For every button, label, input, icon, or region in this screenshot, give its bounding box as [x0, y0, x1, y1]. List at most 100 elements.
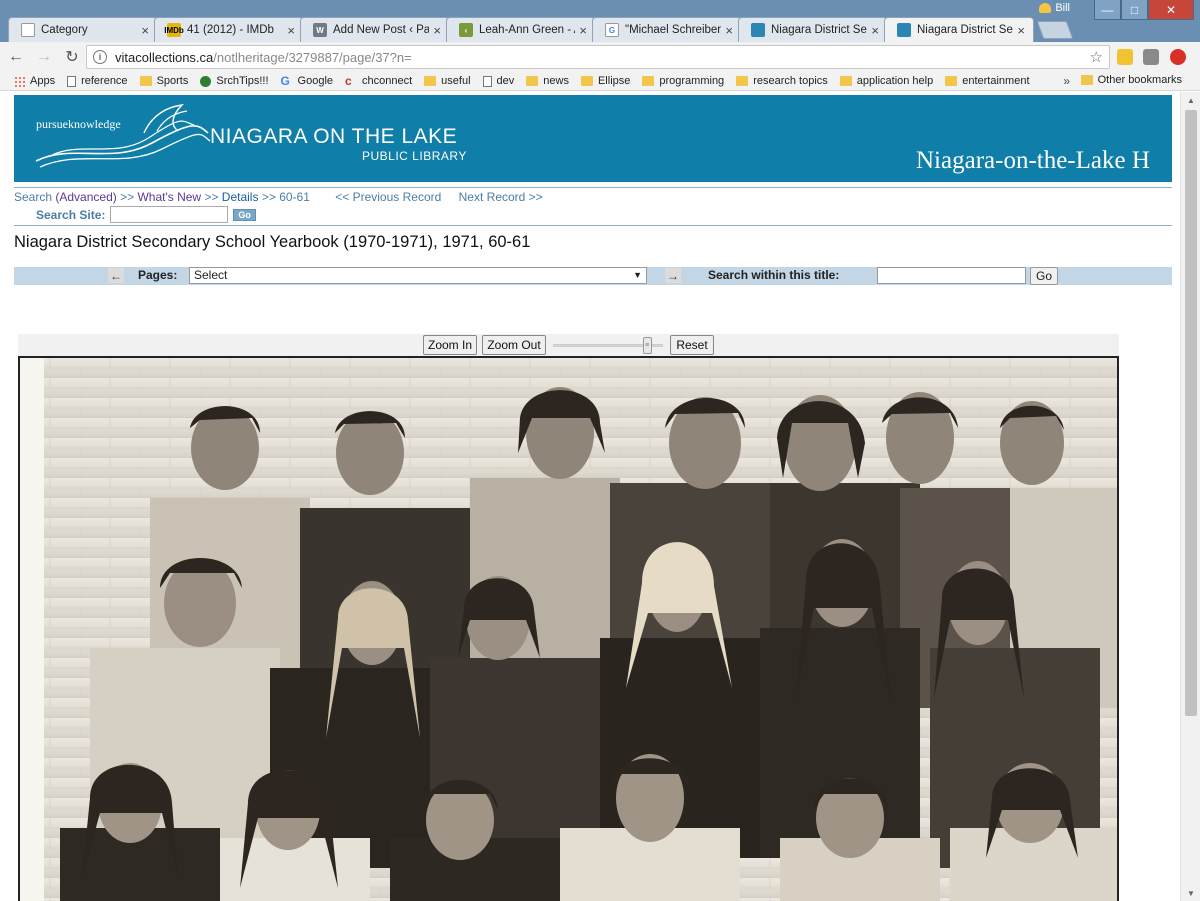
tab-strip: Category × IMDb 41 (2012) - IMDb × W Add New P… [8, 17, 1074, 42]
breadcrumb-current-pages: 60-61 [279, 190, 310, 204]
bookmark-item[interactable]: Ellipse [580, 75, 630, 87]
zoom-slider-handle[interactable]: ≡ [642, 337, 652, 354]
bookmark-label: news [543, 75, 569, 87]
close-tab-icon[interactable]: × [433, 23, 441, 38]
extension-icon-1[interactable] [1117, 49, 1133, 65]
zoom-in-button[interactable]: Zoom In [423, 335, 477, 355]
tab-title: Category [41, 24, 88, 36]
other-bookmarks-folder[interactable]: Other bookmarks [1080, 74, 1182, 86]
scroll-down-icon[interactable]: ▼ [1181, 885, 1200, 901]
new-tab-button[interactable] [1036, 21, 1074, 39]
divider [14, 187, 1172, 188]
whats-new-link[interactable]: What's New [137, 190, 201, 204]
back-button[interactable]: ← [4, 45, 28, 69]
site-banner[interactable]: pursueknowledge NIAGARA ON THE LAKE PUBL… [14, 95, 1172, 182]
search-site-input[interactable] [110, 206, 229, 223]
browser-tab[interactable]: Niagara District Seco × [884, 17, 1034, 42]
bookmark-item[interactable]: reference [67, 75, 128, 87]
scroll-up-icon[interactable]: ▲ [1181, 92, 1200, 108]
zoom-toolbar: Zoom In Zoom Out ≡ Reset [18, 334, 1119, 356]
search-site-label: Search Site: [36, 207, 106, 222]
search-site-go-button[interactable]: Go [233, 208, 256, 221]
bookmark-item[interactable]: G Google [281, 75, 333, 87]
bookmark-label: chconnect [362, 75, 413, 87]
yearbook-group-photo [20, 358, 1117, 901]
bookmark-item[interactable]: research topics [736, 75, 828, 87]
bookmark-star-icon[interactable]: ☆ [1090, 48, 1103, 66]
breadcrumb-separator: >> [204, 190, 219, 204]
image-viewer: Zoom In Zoom Out ≡ Reset [18, 334, 1119, 901]
minimize-button[interactable]: — [1094, 0, 1121, 20]
maximize-button[interactable]: □ [1121, 0, 1148, 20]
search-within-label: Search within this title: [708, 268, 840, 282]
previous-record-link[interactable]: << Previous Record [335, 190, 441, 204]
search-link[interactable]: Search [14, 190, 52, 204]
zoom-out-button[interactable]: Zoom Out [482, 335, 546, 355]
tab-title: 41 (2012) - IMDb [187, 24, 274, 36]
chconnect-icon: c [345, 74, 352, 88]
page-scrollbar[interactable]: ▲ ▼ [1180, 92, 1200, 901]
info-icon[interactable]: i [93, 50, 107, 64]
bookmark-item[interactable]: news [526, 75, 569, 87]
reset-zoom-button[interactable]: Reset [670, 335, 714, 355]
scrollbar-thumb[interactable] [1185, 110, 1197, 716]
tab-title: Niagara District Seco [771, 24, 867, 36]
browser-tab[interactable]: ‹ Leah-Ann Green - An × [446, 17, 596, 42]
profile-button[interactable]: Bill [1039, 2, 1070, 14]
bookmark-item[interactable]: SrchTips!!! [200, 75, 269, 87]
browser-tab[interactable]: Niagara District Seco × [738, 17, 888, 42]
bookmark-item[interactable]: useful [424, 75, 471, 87]
forward-button[interactable]: → [32, 45, 56, 69]
bookmark-item[interactable]: dev [482, 75, 514, 87]
browser-tab[interactable]: IMDb 41 (2012) - IMDb × [154, 17, 304, 42]
breadcrumb-separator: >> [120, 190, 135, 204]
bookmark-item[interactable]: entertainment [945, 75, 1030, 87]
bookmark-item[interactable]: application help [839, 75, 933, 87]
extension-icon-2[interactable] [1143, 49, 1159, 65]
bookmark-item[interactable]: c chconnect [345, 75, 412, 87]
reload-button[interactable]: ↻ [60, 45, 84, 69]
browser-tab[interactable]: G "Michael Schreiber" l × [592, 17, 742, 42]
bookmark-item[interactable]: Sports [139, 75, 189, 87]
close-tab-icon[interactable]: × [871, 23, 879, 38]
folder-icon [580, 76, 593, 86]
document-icon [21, 23, 35, 37]
close-window-button[interactable]: ✕ [1148, 0, 1194, 20]
bookmark-label: Google [297, 75, 334, 87]
other-bookmarks-label: Other bookmarks [1097, 74, 1182, 86]
bookmark-item[interactable]: programming [642, 75, 724, 87]
details-link[interactable]: Details [222, 190, 259, 204]
folder-icon [945, 76, 958, 86]
next-record-link[interactable]: Next Record >> [459, 190, 543, 204]
search-within-input[interactable] [877, 267, 1026, 284]
tab-title: Add New Post ‹ Palim [333, 24, 430, 36]
next-page-button[interactable]: → [665, 268, 681, 283]
extension-icon-3[interactable] [1170, 49, 1186, 65]
tab-title: "Michael Schreiber" l [625, 24, 722, 36]
bookmarks-overflow-button[interactable]: » [1063, 74, 1070, 88]
close-tab-icon[interactable]: × [287, 23, 295, 38]
vita-icon [897, 23, 911, 37]
bookmark-item[interactable]: Apps [14, 75, 55, 87]
srchtips-icon [200, 75, 212, 87]
close-tab-icon[interactable]: × [725, 23, 733, 38]
browser-tab[interactable]: Category × [8, 17, 158, 42]
bookmark-label: entertainment [962, 75, 1030, 87]
bookmark-label: useful [441, 75, 471, 87]
bookmarks-bar: Apps reference Sports SrchTips!!! G Google c ch… [0, 72, 1200, 91]
browser-tab[interactable]: W Add New Post ‹ Palim× [300, 17, 450, 42]
search-within-go-button[interactable]: Go [1030, 267, 1058, 285]
leaf-icon: ‹ [459, 23, 473, 37]
arrow-right-icon: → [36, 48, 52, 65]
close-tab-icon[interactable]: × [579, 23, 587, 38]
close-tab-icon[interactable]: × [141, 23, 149, 38]
advanced-search-link[interactable]: (Advanced) [55, 190, 116, 204]
pages-select[interactable]: Select ▼ [189, 267, 647, 284]
bookmark-label: SrchTips!!! [216, 75, 269, 87]
bookmark-label: Sports [156, 75, 189, 87]
bookmark-label: programming [659, 75, 725, 87]
address-bar[interactable]: i vitacollections.ca/notlheritage/327988… [86, 45, 1110, 69]
previous-page-button[interactable]: ← [108, 268, 124, 283]
yearbook-page-image[interactable] [18, 356, 1119, 901]
close-tab-icon[interactable]: × [1017, 23, 1025, 38]
